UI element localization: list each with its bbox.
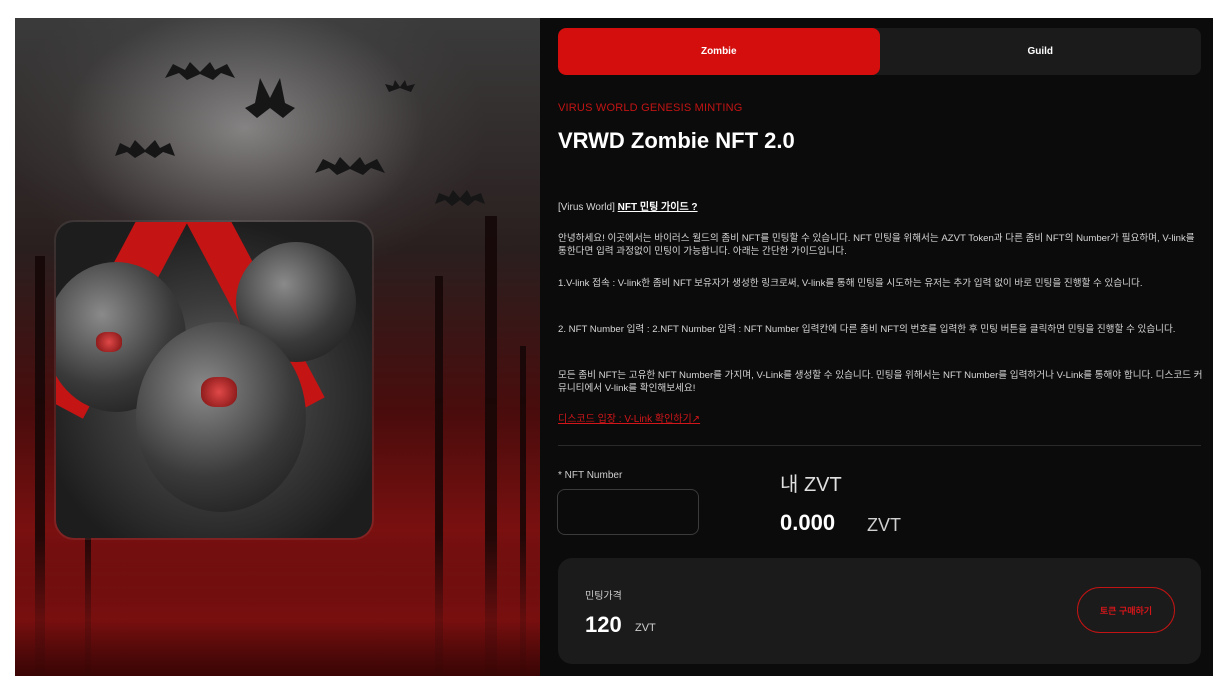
open-mouth (96, 332, 122, 352)
bat-icon (165, 62, 235, 80)
minting-price-label: 민팅가격 (585, 591, 622, 602)
bat-icon (435, 190, 485, 206)
minting-price-box: 민팅가격 120 ZVT 토큰 구매하기 (558, 558, 1201, 664)
bat-icon (115, 140, 175, 158)
summary-paragraph: 모든 좀비 NFT는 고유한 NFT Number를 가지며, V-Link를 … (558, 370, 1203, 394)
tab-guild[interactable]: Guild (880, 28, 1202, 75)
bear-figure (136, 322, 306, 512)
open-mouth (201, 377, 237, 407)
guide-prefix: [Virus World] (558, 202, 615, 213)
nft-number-paragraph: 2. NFT Number 입력 : 2.NFT Number 입력 : NFT… (558, 324, 1176, 335)
my-zvt-label: 내 ZVT (780, 474, 842, 496)
minting-guide-link[interactable]: NFT 민팅 가이드 ? (618, 202, 698, 213)
bat-icon (385, 80, 415, 92)
minting-price-unit: ZVT (635, 622, 656, 634)
my-zvt-unit: ZVT (867, 515, 901, 535)
minting-page: Zombie Guild VIRUS WORLD GENESIS MINTING… (15, 18, 1213, 676)
nft-preview-image (56, 222, 372, 538)
discord-link[interactable]: 디스코드 입장 : V-Link 확인하기↗ (558, 410, 700, 425)
my-zvt-balance: 0.000 (780, 510, 836, 535)
hero-artwork-panel (15, 18, 540, 676)
bat-icon (245, 78, 295, 118)
bat-icon (315, 157, 385, 175)
guide-line: [Virus World] NFT 민팅 가이드 ? (558, 198, 698, 213)
divider (558, 445, 1201, 446)
section-eyebrow: VIRUS WORLD GENESIS MINTING (558, 102, 743, 114)
minting-price-value: 120 (585, 612, 622, 637)
nft-number-input[interactable] (557, 489, 699, 535)
collection-tabs: Zombie Guild (558, 28, 1201, 75)
vlink-paragraph: 1.V-link 접속 : V-link한 좀비 NFT 보유자가 생성한 링크… (558, 278, 1143, 289)
nft-number-label: * NFT Number (558, 470, 623, 481)
red-fog (15, 536, 540, 676)
buy-token-button[interactable]: 토큰 구매하기 (1077, 587, 1175, 633)
intro-paragraph: 안녕하세요! 이곳에서는 바이러스 월드의 좀비 NFT를 민팅할 수 있습니다… (558, 233, 1195, 257)
page-title: VRWD Zombie NFT 2.0 (558, 128, 795, 153)
tab-zombie[interactable]: Zombie (558, 28, 880, 75)
